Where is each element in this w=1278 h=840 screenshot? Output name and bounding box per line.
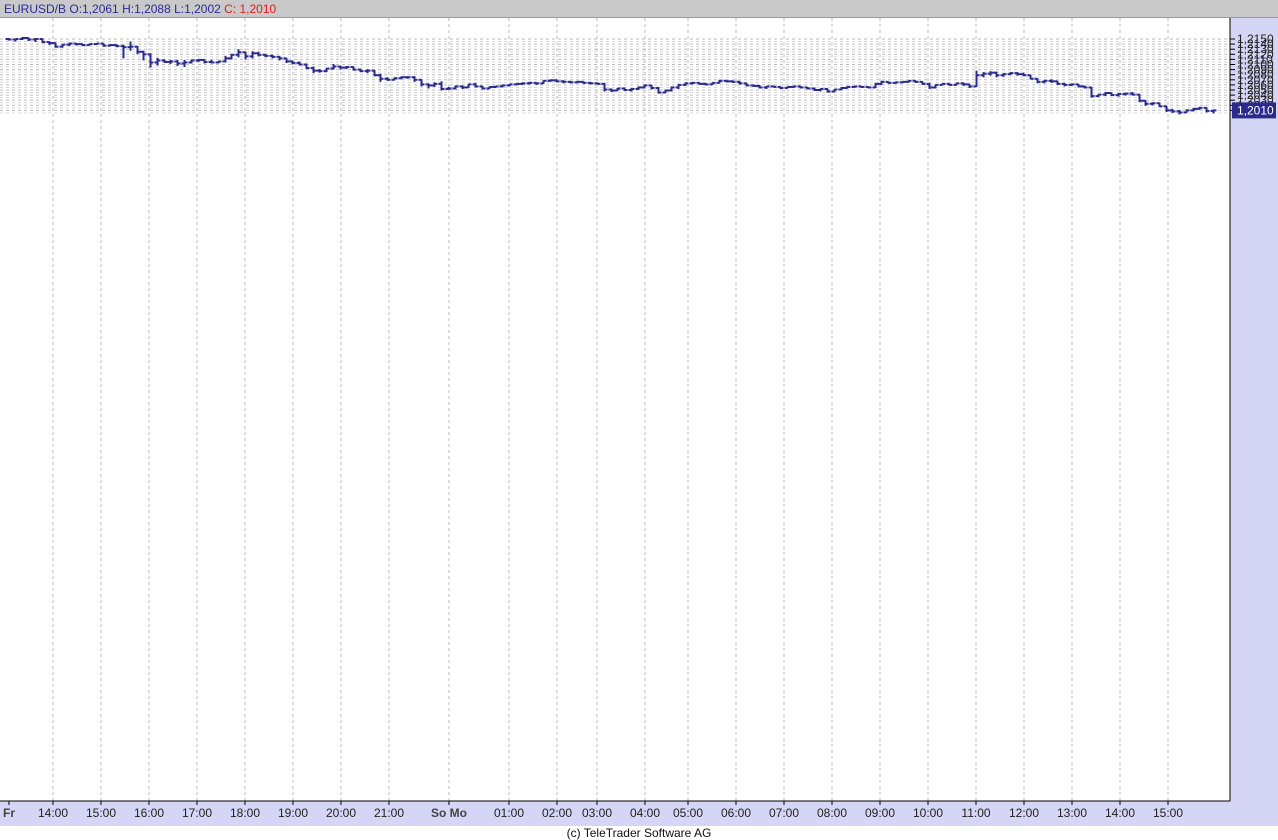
x-tick-label: 04:00 bbox=[630, 806, 660, 820]
x-tick-label: 14:00 bbox=[1105, 806, 1135, 820]
copyright-footer: (c) TeleTrader Software AG bbox=[566, 826, 712, 840]
x-tick-label: Fr bbox=[3, 806, 15, 820]
x-tick-label: 03:00 bbox=[582, 806, 612, 820]
x-tick-label: 01:00 bbox=[494, 806, 524, 820]
x-tick-label: 14:00 bbox=[38, 806, 68, 820]
x-tick-label: 20:00 bbox=[326, 806, 356, 820]
x-tick-label: So Mo bbox=[431, 806, 467, 820]
x-tick-label: 12:00 bbox=[1009, 806, 1039, 820]
x-tick-label: 08:00 bbox=[817, 806, 847, 820]
x-tick-label: 19:00 bbox=[278, 806, 308, 820]
x-tick-label: 11:00 bbox=[961, 806, 990, 820]
x-tick-label: 02:00 bbox=[542, 806, 572, 820]
x-tick-label: 18:00 bbox=[230, 806, 260, 820]
last-price-marker: 1,2010 bbox=[1232, 102, 1276, 119]
plot-area[interactable] bbox=[0, 18, 1228, 801]
x-tick-label: 15:00 bbox=[86, 806, 116, 820]
x-tick-label: 05:00 bbox=[673, 806, 703, 820]
x-tick-label: 10:00 bbox=[913, 806, 943, 820]
x-tick-label: 13:00 bbox=[1057, 806, 1087, 820]
x-tick-label: 16:00 bbox=[134, 806, 164, 820]
price-axis-panel[interactable] bbox=[1230, 18, 1278, 801]
x-tick-label: 09:00 bbox=[865, 806, 895, 820]
x-tick-label: 07:00 bbox=[769, 806, 799, 820]
x-tick-label: 15:00 bbox=[1153, 806, 1183, 820]
x-tick-label: 21:00 bbox=[374, 806, 404, 820]
price-chart[interactable]: 1,21501,21401,21301,21201,21101,21001,20… bbox=[0, 0, 1278, 826]
last-price-label: 1,2010 bbox=[1237, 103, 1274, 117]
x-tick-label: 06:00 bbox=[721, 806, 751, 820]
x-tick-label: 17:00 bbox=[182, 806, 212, 820]
